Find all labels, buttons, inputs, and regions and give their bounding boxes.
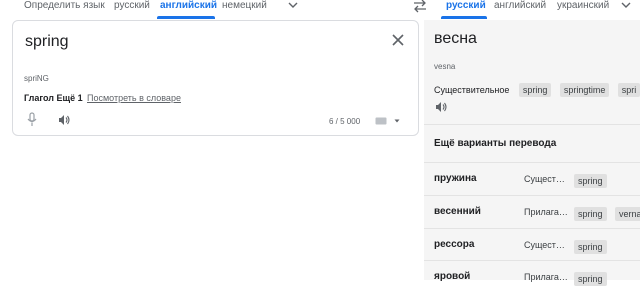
back-translation-chips: spring xyxy=(574,269,611,287)
tab-detect-language[interactable]: Определить язык xyxy=(24,0,105,22)
back-translation-chips: spring verna xyxy=(574,204,640,222)
swap-arrows-icon[interactable] xyxy=(412,0,428,13)
translation-word: яровой xyxy=(434,271,471,282)
synonym-chip[interactable]: springtime xyxy=(559,83,610,97)
back-translation-chip[interactable]: spring xyxy=(574,240,607,254)
chevron-down-icon[interactable] xyxy=(619,0,633,12)
back-translation-chips: spring xyxy=(574,171,611,189)
translation-word: весенний xyxy=(434,206,481,217)
active-target-tab-indicator xyxy=(441,16,487,19)
back-translation-chips: spring xyxy=(574,237,611,255)
translation-word: рессора xyxy=(434,239,475,250)
source-text-panel: spring spriNG Глагол Ещё 1 Посмотреть в … xyxy=(12,20,419,136)
translation-word: пружина xyxy=(434,173,477,184)
synonym-chip[interactable]: spring xyxy=(518,83,552,97)
tab-source-russian[interactable]: русский xyxy=(114,0,150,22)
back-translation-chip[interactable]: spring xyxy=(574,174,607,188)
translation-row: пружина Сущест… spring xyxy=(424,162,640,195)
back-translation-chip[interactable]: spring xyxy=(574,272,607,286)
part-of-speech-hint: Глагол Ещё 1 xyxy=(24,93,83,103)
close-icon[interactable] xyxy=(391,33,405,47)
source-transliteration: spriNG xyxy=(24,74,49,83)
section-divider xyxy=(424,124,640,125)
synonym-chip[interactable]: spri xyxy=(617,83,640,97)
chevron-down-icon[interactable] xyxy=(394,118,400,124)
back-translation-chip[interactable]: spring xyxy=(574,207,607,221)
translation-transliteration: vesna xyxy=(434,62,456,71)
active-tab-indicator xyxy=(157,16,215,19)
pos-label: Существительное xyxy=(434,85,510,95)
translation-pos: Сущест… xyxy=(524,240,565,250)
translation-pos-row: Существительное spring springtime spri xyxy=(434,80,640,98)
microphone-icon[interactable] xyxy=(26,112,38,128)
translation-pos: Прилага… xyxy=(524,207,568,217)
translation-row: рессора Сущест… spring xyxy=(424,228,640,261)
tab-target-ukrainian[interactable]: украинский xyxy=(557,0,609,22)
chevron-down-icon[interactable] xyxy=(286,0,300,12)
speaker-icon[interactable] xyxy=(57,113,71,127)
translation-text: весна xyxy=(434,30,477,47)
tab-source-german[interactable]: немецкий xyxy=(222,0,267,22)
translation-panel: весна vesna Существительное spring sprin… xyxy=(424,20,640,286)
tab-target-english[interactable]: английский xyxy=(494,0,546,22)
translation-row: весенний Прилага… spring verna xyxy=(424,195,640,228)
more-translations-heading: Ещё варианты перевода xyxy=(434,138,557,149)
source-text-input[interactable]: spring xyxy=(25,33,69,51)
translation-pos: Прилага… xyxy=(524,272,568,282)
keyboard-icon[interactable] xyxy=(375,117,387,125)
translation-pos: Сущест… xyxy=(524,174,565,184)
dictionary-link[interactable]: Посмотреть в словаре xyxy=(87,93,181,103)
back-translation-chip[interactable]: verna xyxy=(614,207,640,221)
character-counter: 6 / 5 000 xyxy=(329,117,361,126)
speaker-icon[interactable] xyxy=(434,100,448,114)
translation-row: яровой Прилага… spring xyxy=(424,260,640,293)
